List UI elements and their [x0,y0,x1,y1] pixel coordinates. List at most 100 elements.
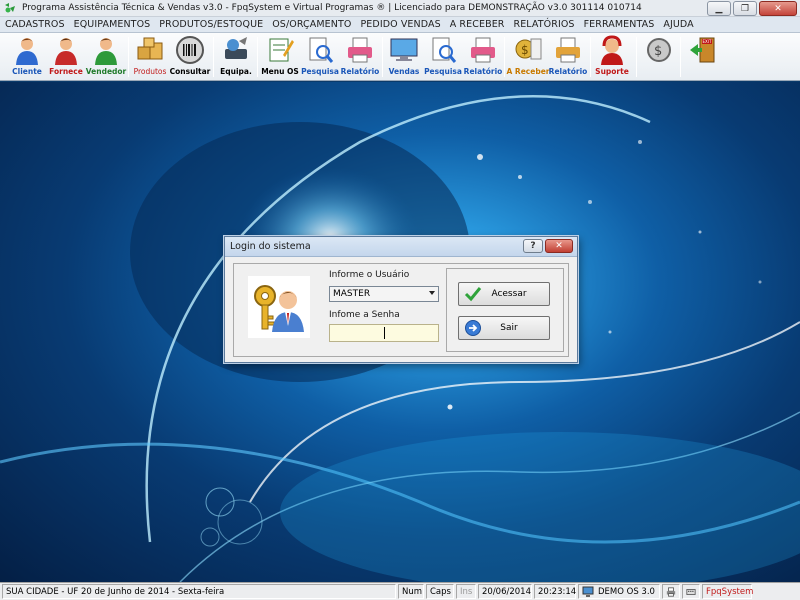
minimize-button[interactable]: ▁ [707,1,731,16]
close-button[interactable]: ✕ [759,1,797,16]
close-icon: ✕ [774,3,782,14]
svg-text:$: $ [654,44,662,59]
consultar-label: Consultar [169,67,211,76]
pesquisa-os-button[interactable]: Pesquisa [301,35,339,79]
printer-icon [348,37,372,63]
status-time: 20:23:14 [534,584,576,599]
text-caret [384,327,385,339]
status-date-location: SUA CIDADE - UF 20 de Junho de 2014 - Se… [2,584,396,599]
menu-bar: CADASTROS EQUIPAMENTOS PRODUTOS/ESTOQUE … [0,17,800,33]
pesquisa-os-label: Pesquisa [301,67,339,76]
support-agent-icon [601,35,623,65]
suporte-label: Suporte [595,67,629,76]
sair-button[interactable]: Sair [458,316,550,340]
search-document-icon [309,37,334,63]
exit-button[interactable]: EXIT [685,35,721,79]
login-dialog: Login do sistema ? ✕ Informe o Usuário M… [224,236,578,363]
consultar-button[interactable]: Consultar [170,35,210,79]
toolbar-separator [382,37,383,77]
user-label: Informe o Usuário [329,270,410,280]
relatorio-receber-label: Relatório [548,67,588,76]
svg-text:$: $ [521,43,529,57]
status-caps: Caps [426,584,454,599]
suporte-button[interactable]: Suporte [594,35,630,79]
monitor-icon [582,586,594,597]
person-icon [16,38,38,65]
toolbar: Cliente Fornece Vendedor Produtos Consul… [0,33,800,81]
monitor-icon [390,38,418,61]
chevron-down-icon [429,291,435,295]
equipa-button[interactable]: Equipa. [218,35,254,79]
password-field[interactable] [329,324,439,342]
dialog-title: Login do sistema [230,241,311,252]
relatorio-os-button[interactable]: Relatório [341,35,379,79]
printer-icon [666,586,676,597]
printer-icon [471,37,495,63]
cliente-button[interactable]: Cliente [10,35,44,79]
fornece-label: Fornece [49,67,83,76]
status-bar: SUA CIDADE - UF 20 de Junho de 2014 - Se… [0,582,800,600]
vendedor-button[interactable]: Vendedor [86,35,126,79]
relatorio-os-label: Relatório [340,67,380,76]
equipment-icon [225,37,247,59]
status-demo-label: DEMO OS 3.0 [598,586,655,597]
acessar-label: Acessar [491,289,527,299]
toolbar-separator [257,37,258,77]
fornece-button[interactable]: Fornece [48,35,84,79]
help-button[interactable]: ? [523,239,543,253]
dialog-title-bar[interactable]: Login do sistema ? ✕ [225,237,577,257]
menu-cadastros[interactable]: CADASTROS [5,19,65,30]
action-buttons-panel: Acessar Sair [446,268,564,352]
vendas-button[interactable]: Vendas [386,35,422,79]
svg-text:EXIT: EXIT [703,39,712,44]
restore-icon: ❐ [740,3,750,14]
menu-ajuda[interactable]: AJUDA [663,19,693,30]
menu-os-button[interactable]: Menu OS [261,35,299,79]
dialog-close-button[interactable]: ✕ [545,239,573,253]
coin-icon: $ [647,38,671,62]
status-date: 20/06/2014 [478,584,532,599]
window-title: Programa Assistência Técnica & Vendas v3… [22,3,642,13]
relatorio-vendas-button[interactable]: Relatório [464,35,502,79]
menu-equipamentos[interactable]: EQUIPAMENTOS [74,19,151,30]
exit-door-icon: EXIT [690,37,715,63]
relatorio-vendas-label: Relatório [463,67,503,76]
vendedor-label: Vendedor [85,67,127,76]
menu-a-receber[interactable]: A RECEBER [450,19,505,30]
sair-label: Sair [500,323,518,333]
minimize-icon: ▁ [715,3,723,14]
menu-produtos-estoque[interactable]: PRODUTOS/ESTOQUE [159,19,263,30]
a-receber-label: A Receber [506,67,550,76]
menu-relatorios[interactable]: RELATÓRIOS [514,19,575,30]
status-demo: DEMO OS 3.0 [578,584,660,599]
pesquisa-vendas-button[interactable]: Pesquisa [424,35,462,79]
produtos-label: Produtos [133,67,167,76]
status-num: Num [398,584,424,599]
equipa-label: Equipa. [220,67,252,76]
keyboard-icon [686,588,696,595]
toolbar-separator [680,37,681,77]
status-brand: FpqSystem [702,584,753,599]
finance-button[interactable]: $ [642,35,676,79]
barcode-icon [176,36,204,64]
printer-status[interactable] [662,584,680,599]
toolbar-separator [128,37,129,77]
produtos-button[interactable]: Produtos [132,35,168,79]
menu-pedido-vendas[interactable]: PEDIDO VENDAS [360,19,440,30]
toolbar-separator [636,37,637,77]
money-icon: $ [515,38,542,60]
keyboard-status[interactable] [682,584,700,599]
user-select[interactable]: MASTER [329,286,439,302]
a-receber-button[interactable]: $ A Receber [507,35,549,79]
toolbar-separator [213,37,214,77]
relatorio-receber-button[interactable]: Relatório [549,35,587,79]
menu-ferramentas[interactable]: FERRAMENTAS [584,19,655,30]
password-label: Infome a Senha [329,310,400,320]
user-key-icon [248,276,310,338]
boxes-icon [137,37,163,60]
restore-button[interactable]: ❐ [733,1,757,16]
menu-os-orcamento[interactable]: OS/ORÇAMENTO [272,19,351,30]
user-select-value: MASTER [333,289,371,299]
notebook-icon [269,38,294,62]
acessar-button[interactable]: Acessar [458,282,550,306]
